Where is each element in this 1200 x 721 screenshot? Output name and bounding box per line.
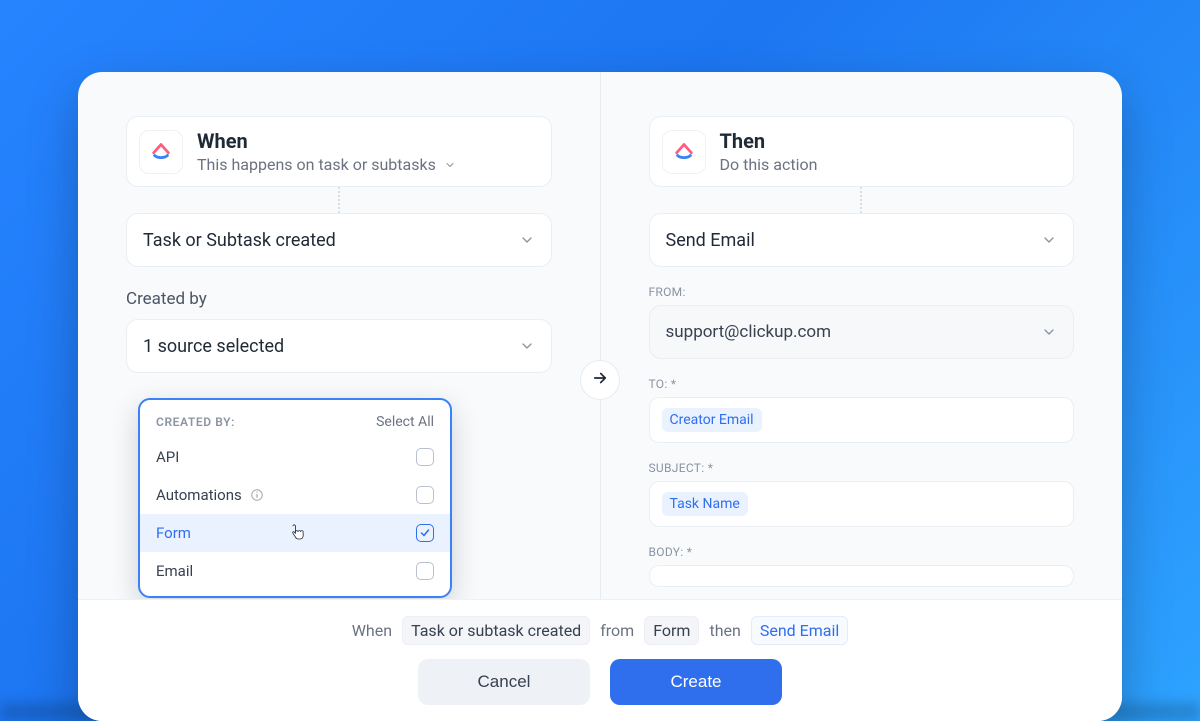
checkbox-automations[interactable] [416,486,434,504]
when-header: When This happens on task or subtasks [126,116,552,187]
automation-modal: When This happens on task or subtasks Ta… [78,72,1122,721]
to-label: TO: * [649,377,1075,391]
from-select[interactable]: support@clickup.com [649,305,1075,359]
clickup-logo-icon [673,139,695,165]
to-input[interactable]: Creator Email [649,397,1075,443]
arrow-right-bubble [580,360,620,400]
info-icon[interactable] [250,488,264,502]
summary-from: from [600,621,634,640]
when-header-text: When This happens on task or subtasks [197,129,456,174]
clickup-logo-icon [150,139,172,165]
body-label: BODY: * [649,545,1075,559]
summary-when: When [352,621,392,640]
pointer-cursor-icon [290,524,306,546]
select-all-link[interactable]: Select All [376,414,434,430]
option-api-label: API [156,448,179,466]
sources-select[interactable]: 1 source selected [126,319,552,373]
connector-dotted [126,187,552,213]
then-title: Then [720,129,818,153]
subject-input[interactable]: Task Name [649,481,1075,527]
then-header: Then Do this action [649,116,1075,187]
chevron-down-icon [519,232,535,248]
option-automations[interactable]: Automations [140,476,450,514]
option-automations-label: Automations [156,486,242,504]
subject-label: SUBJECT: * [649,461,1075,475]
then-header-text: Then Do this action [720,129,818,174]
option-email[interactable]: Email [140,552,450,590]
checkbox-email[interactable] [416,562,434,580]
create-button[interactable]: Create [610,659,782,705]
checkbox-form[interactable] [416,524,434,542]
checkbox-api[interactable] [416,448,434,466]
option-form-label: Form [156,524,191,542]
chevron-down-icon [1041,324,1057,340]
body-input[interactable] [649,565,1075,587]
created-by-label: Created by [126,289,552,309]
then-subtitle-row: Do this action [720,155,818,174]
popover-header-label: CREATED BY: [156,415,235,429]
then-subtitle: Do this action [720,155,818,174]
subject-chip[interactable]: Task Name [662,492,748,516]
summary-trigger-token[interactable]: Task or subtask created [402,616,590,645]
popover-header: CREATED BY: Select All [140,414,450,438]
action-select[interactable]: Send Email [649,213,1075,267]
connector-dotted [649,187,1075,213]
arrow-right-icon [591,369,609,391]
to-chip[interactable]: Creator Email [662,408,762,432]
summary-then: then [709,621,740,640]
summary-source-token[interactable]: Form [644,616,699,645]
from-label: FROM: [649,285,1075,299]
clickup-logo-tile [139,130,183,174]
when-subtitle-row[interactable]: This happens on task or subtasks [197,155,456,174]
action-select-label: Send Email [666,230,755,251]
when-title: When [197,129,456,153]
sources-select-label: 1 source selected [143,336,284,357]
footer-buttons: Cancel Create [418,659,782,705]
chevron-down-icon [1041,232,1057,248]
summary-action-token[interactable]: Send Email [751,616,848,645]
from-value: support@clickup.com [666,322,832,342]
when-subtitle: This happens on task or subtasks [197,155,436,174]
option-api[interactable]: API [140,438,450,476]
option-email-label: Email [156,562,193,580]
created-by-popover[interactable]: CREATED BY: Select All API Automations [138,398,452,598]
clickup-logo-tile [662,130,706,174]
trigger-select[interactable]: Task or Subtask created [126,213,552,267]
cancel-button[interactable]: Cancel [418,659,590,705]
option-form[interactable]: Form [140,514,450,552]
modal-footer: When Task or subtask created from Form t… [78,599,1122,721]
chevron-down-icon [519,338,535,354]
trigger-select-label: Task or Subtask created [143,230,336,251]
chevron-down-icon [444,159,456,171]
summary-sentence: When Task or subtask created from Form t… [352,616,849,645]
